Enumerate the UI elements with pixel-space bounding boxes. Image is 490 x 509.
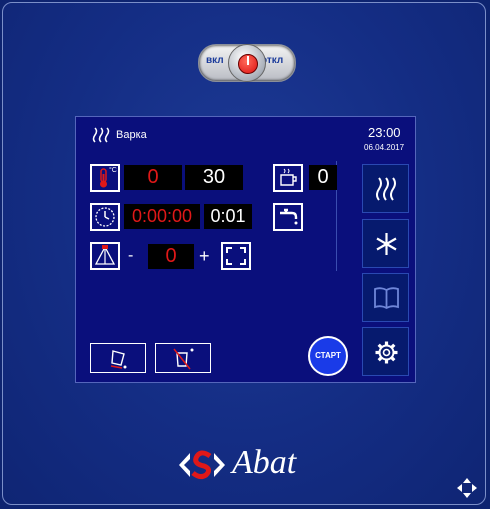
pour-icon xyxy=(110,350,127,369)
touch-screen: Варка 23:00 06.04.2017 °C 0 30 0:00:00 0… xyxy=(75,116,416,383)
humidity-button[interactable] xyxy=(90,242,120,270)
abat-logo-icon xyxy=(179,450,225,480)
fullscreen-button[interactable] xyxy=(221,242,251,270)
power-on-label: вкл xyxy=(206,55,224,66)
timer-button[interactable] xyxy=(90,203,120,231)
pour-out-button[interactable] xyxy=(90,343,146,373)
expand-icon xyxy=(226,247,246,265)
cup-icon xyxy=(280,168,297,186)
humidity-icon xyxy=(94,245,116,265)
recipe-book-button[interactable] xyxy=(362,273,409,322)
temperature-target[interactable]: 30 xyxy=(185,165,243,190)
gear-icon xyxy=(375,341,398,364)
power-switch[interactable]: вкл откл xyxy=(198,44,296,82)
timer-set[interactable]: 0:01 xyxy=(204,204,252,229)
timer-elapsed: 0:00:00 xyxy=(124,204,200,229)
navigate-icon[interactable] xyxy=(456,477,478,499)
settings-button[interactable] xyxy=(362,327,409,376)
washing-button[interactable] xyxy=(155,343,211,373)
brand-name: Abat xyxy=(232,444,297,481)
clock-date: 06.04.2017 xyxy=(364,143,405,152)
steam-mode-icon xyxy=(376,177,396,201)
power-knob[interactable] xyxy=(228,44,266,82)
clock-icon xyxy=(95,207,115,227)
cooling-button[interactable] xyxy=(362,219,409,268)
book-icon xyxy=(374,287,399,310)
cup-value: 0 xyxy=(309,165,337,190)
clock-time: 23:00 xyxy=(368,125,401,140)
temperature-unit: °C xyxy=(109,167,117,174)
water-button[interactable] xyxy=(273,203,303,231)
snowflake-icon xyxy=(376,233,397,255)
power-led-icon xyxy=(238,54,258,74)
washing-icon xyxy=(173,348,194,370)
humidity-minus[interactable]: - xyxy=(128,247,133,265)
start-button[interactable]: СТАРТ xyxy=(308,336,348,376)
temperature-current: 0 xyxy=(124,165,182,190)
faucet-icon xyxy=(280,208,298,225)
cup-button[interactable] xyxy=(273,164,303,192)
steam-mode-button[interactable] xyxy=(362,164,409,213)
mode-label: Варка xyxy=(116,129,147,141)
temperature-button[interactable]: °C xyxy=(90,164,120,192)
humidity-plus[interactable]: + xyxy=(199,246,210,267)
humidity-value: 0 xyxy=(148,244,194,269)
steam-icon xyxy=(92,127,110,143)
